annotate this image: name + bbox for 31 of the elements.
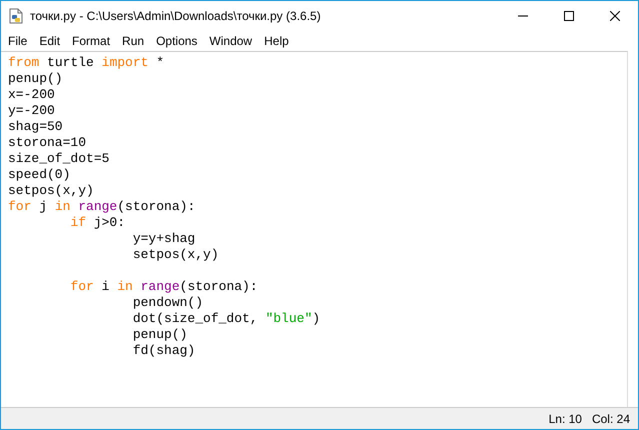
code-line: dot(size_of_dot, "blue"): [132, 311, 322, 327]
menu-item[interactable]: Help: [258, 34, 295, 48]
menu-item[interactable]: Edit: [33, 34, 66, 48]
code-line: for j in range(storona):: [8, 199, 196, 215]
code-line: y=-200: [8, 103, 56, 119]
code-line: pendown(): [132, 295, 204, 311]
code-line: setpos(x,y): [132, 247, 220, 263]
line-number-indicator: Ln: 10: [548, 412, 582, 426]
menu-item[interactable]: File: [2, 34, 34, 48]
code-line: speed(0): [8, 167, 72, 183]
python-file-icon: [8, 8, 24, 24]
code-line: y=y+shag: [132, 231, 196, 247]
menu-item[interactable]: Window: [203, 34, 258, 48]
code-line: for i in range(storona):: [69, 279, 259, 295]
code-line: size_of_dot=5: [8, 151, 110, 167]
code-line: shag=50: [8, 119, 64, 135]
code-line: if j>0:: [69, 215, 126, 231]
close-icon: [610, 11, 620, 21]
menu-item[interactable]: Run: [116, 34, 150, 48]
window-title: точки.py - C:\Users\Admin\Downloads\точки.py (3.6.5): [30, 9, 322, 23]
code-line: penup(): [8, 71, 64, 87]
code-line: from turtle import *: [8, 55, 166, 71]
code-line: storona=10: [8, 135, 88, 151]
column-number-indicator: Col: 24: [592, 412, 630, 426]
code-line: penup(): [132, 327, 188, 343]
menu-item[interactable]: Options: [150, 34, 204, 48]
menu-item[interactable]: Format: [66, 34, 116, 48]
code-line: fd(shag): [132, 343, 196, 359]
maximize-icon: [564, 11, 574, 21]
code-line: setpos(x,y): [8, 183, 95, 199]
code-line: x=-200: [8, 87, 56, 103]
